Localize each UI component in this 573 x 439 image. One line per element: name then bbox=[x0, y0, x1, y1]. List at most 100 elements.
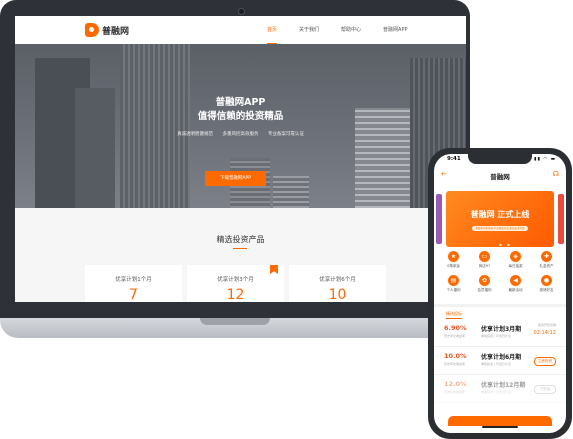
product-meta: 单笔投资 | 可当日计息 bbox=[481, 334, 511, 338]
app-header: ← 普融网 ☊ bbox=[434, 168, 566, 184]
section-divider bbox=[434, 304, 566, 307]
rate-label: 历史年化收益率 bbox=[444, 390, 466, 394]
product-row[interactable]: 12.0% 历史年化收益率 优享计划12月期 单笔投资 | 可当日计息 已售罄 bbox=[434, 376, 566, 403]
site-nav: 首页 关于我们 帮助中心 普融网APP bbox=[267, 16, 430, 44]
carousel-dot[interactable] bbox=[498, 244, 502, 246]
laptop-screen: 普融网 首页 关于我们 帮助中心 普融网APP 普融网APP 值得信赖的投资精品 bbox=[15, 16, 466, 302]
rate-label: 历史年化收益率 bbox=[444, 334, 466, 338]
signal-battery-icon: ▮▮ ◠ ▬ bbox=[534, 157, 556, 162]
product-meta: 单笔投资 | 可当日计息 bbox=[481, 362, 511, 366]
grid-item[interactable]: ✚ 礼金资产 bbox=[531, 251, 562, 269]
nav-home[interactable]: 首页 bbox=[267, 16, 278, 44]
product-name: 优享计划12月期 bbox=[481, 382, 526, 389]
product-name: 优享计划3个月 bbox=[217, 277, 254, 283]
hero-banner: 普融网APP 值得信赖的投资精品 真诚透明稳健规范 多重风控高效服务 专业备案可… bbox=[15, 44, 466, 208]
building-shape bbox=[120, 44, 190, 208]
camera-icon bbox=[238, 8, 245, 15]
products-section: 精选投资产品 优享计划1个月 7 优享计划3个月 12 优享计划6个月 10 bbox=[15, 208, 466, 302]
home-indicator bbox=[482, 426, 518, 428]
headset-icon[interactable]: ☊ bbox=[553, 170, 559, 178]
grid-label: 个人福利 bbox=[446, 288, 461, 292]
product-card[interactable]: 优享计划1个月 7 bbox=[85, 265, 182, 302]
banner-next-slide bbox=[558, 194, 564, 244]
grid-label: 0撸拿返 bbox=[447, 264, 460, 268]
product-rate: 12 bbox=[226, 287, 245, 302]
banner-text: 普融网 正式上线 bbox=[470, 210, 530, 219]
building-shape bbox=[273, 176, 309, 208]
product-card[interactable]: 优享计划6个月 10 bbox=[289, 265, 386, 302]
grid-item[interactable]: ✿ 会员福利 bbox=[469, 275, 500, 293]
grid-item[interactable]: ★ 0撸拿返 bbox=[438, 251, 469, 269]
phone-notch bbox=[468, 154, 532, 164]
feature-text: 多重风控高效服务 bbox=[222, 132, 259, 137]
download-app-button[interactable]: 下载普融网APP bbox=[205, 171, 266, 186]
grid-item[interactable]: ◀ 最新活动 bbox=[500, 275, 531, 293]
grid-icon: ◀ bbox=[510, 275, 521, 286]
grid-icon: ★ bbox=[448, 251, 459, 262]
grid-item[interactable]: ◈ 每日抽奖 bbox=[500, 251, 531, 269]
nav-about[interactable]: 关于我们 bbox=[299, 16, 319, 44]
grid-label: 每日抽奖 bbox=[508, 264, 523, 268]
hero-title: 普融网APP 值得信赖的投资精品 bbox=[197, 97, 284, 122]
status-time: 9:41 bbox=[447, 156, 461, 162]
grid-item[interactable]: ▭ 商店97 bbox=[469, 251, 500, 269]
soldout-badge: 已售罄 bbox=[534, 385, 556, 394]
banner-prev-slide bbox=[436, 194, 442, 244]
grid-icon: ▭ bbox=[479, 251, 490, 262]
feature-text: 真诚透明稳健规范 bbox=[177, 132, 214, 137]
rate-label: 历史年化收益率 bbox=[444, 362, 466, 366]
grid-icon: ◈ bbox=[510, 251, 521, 262]
product-rate: 10 bbox=[328, 287, 347, 302]
banner-pill: 新版本全新升级 产品更加丰富 更加安全可靠 bbox=[472, 226, 528, 231]
grid-label: 礼金资产 bbox=[539, 264, 554, 268]
product-name: 优享计划3月期 bbox=[481, 326, 522, 333]
laptop-mockup: 普融网 首页 关于我们 帮助中心 普融网APP 普融网APP 值得信赖的投资精品 bbox=[0, 0, 470, 340]
grid-icon: ✚ bbox=[541, 251, 552, 262]
nav-app[interactable]: 普融网APP bbox=[383, 16, 407, 44]
nav-help[interactable]: 帮助中心 bbox=[341, 16, 361, 44]
product-name: 优享计划1个月 bbox=[115, 277, 152, 283]
bookmark-icon bbox=[270, 265, 278, 274]
invest-button[interactable]: 立即投资 bbox=[534, 357, 556, 366]
section-title: 精选投资产品 bbox=[216, 235, 265, 244]
logo-icon bbox=[85, 23, 99, 37]
grid-icon: ✿ bbox=[479, 275, 490, 286]
bottom-action-bar[interactable] bbox=[448, 416, 552, 426]
tab-featured[interactable]: 精选投标 bbox=[446, 311, 462, 319]
product-rate: 7 bbox=[129, 287, 138, 302]
grid-icon: ● bbox=[541, 275, 552, 286]
hero-features: 真诚透明稳健规范 多重风控高效服务 专业备案可靠认证 bbox=[15, 131, 466, 137]
carousel-dots bbox=[490, 244, 510, 246]
grid-label: 商店97 bbox=[478, 264, 491, 268]
countdown-value: 02:14:12 bbox=[533, 330, 556, 336]
feature-text: 专业备案可靠认证 bbox=[267, 132, 304, 137]
app-title: 普融网 bbox=[490, 173, 510, 181]
phone-screen: 9:41 ▮▮ ◠ ▬ ← 普融网 ☊ 普融网 正式上线 新版本全新升级 产品更… bbox=[434, 154, 566, 433]
product-rate: 12.0% bbox=[444, 380, 467, 388]
carousel-dot[interactable] bbox=[507, 244, 510, 246]
phone-mockup: 9:41 ▮▮ ◠ ▬ ← 普融网 ☊ 普融网 正式上线 新版本全新升级 产品更… bbox=[428, 148, 572, 439]
product-rate: 10.0% bbox=[444, 352, 467, 360]
grid-label: 最新活动 bbox=[508, 288, 523, 292]
promo-banner[interactable]: 普融网 正式上线 新版本全新升级 产品更加丰富 更加安全可靠 bbox=[446, 191, 554, 247]
product-row[interactable]: 10.0% 历史年化收益率 优享计划6月期 单笔投资 | 可当日计息 立即投资 bbox=[434, 348, 566, 375]
product-row[interactable]: 6.90% 历史年化收益率 优享计划3月期 单笔投资 | 可当日计息 距离开售仅… bbox=[434, 320, 566, 347]
product-rate: 6.90% bbox=[444, 324, 467, 332]
site-header: 普融网 首页 关于我们 帮助中心 普融网APP bbox=[15, 16, 466, 44]
title-underline bbox=[233, 248, 247, 249]
grid-label: 会员福利 bbox=[477, 288, 492, 292]
product-name: 优享计划6个月 bbox=[319, 277, 356, 283]
feature-grid: ★ 0撸拿返 ▭ 商店97 ◈ 每日抽奖 ✚ 礼金资产 ▤ 个人福利 ✿ 会员福利 ◀ 最新活… bbox=[438, 251, 562, 293]
grid-icon: ▤ bbox=[448, 275, 459, 286]
grid-item[interactable]: ▤ 个人福利 bbox=[438, 275, 469, 293]
grid-item[interactable]: ● 邀请好友 bbox=[531, 275, 562, 293]
grid-label: 邀请好友 bbox=[539, 288, 554, 292]
laptop-notch bbox=[200, 318, 270, 325]
product-meta: 单笔投资 | 可当日计息 bbox=[481, 390, 511, 394]
carousel-dot[interactable] bbox=[490, 244, 493, 246]
countdown-label: 距离开售仅剩 bbox=[537, 323, 556, 327]
site-logo[interactable]: 普融网 bbox=[85, 23, 129, 37]
product-name: 优享计划6月期 bbox=[481, 354, 522, 361]
logo-text: 普融网 bbox=[102, 26, 130, 37]
product-card[interactable]: 优享计划3个月 12 bbox=[187, 265, 284, 302]
